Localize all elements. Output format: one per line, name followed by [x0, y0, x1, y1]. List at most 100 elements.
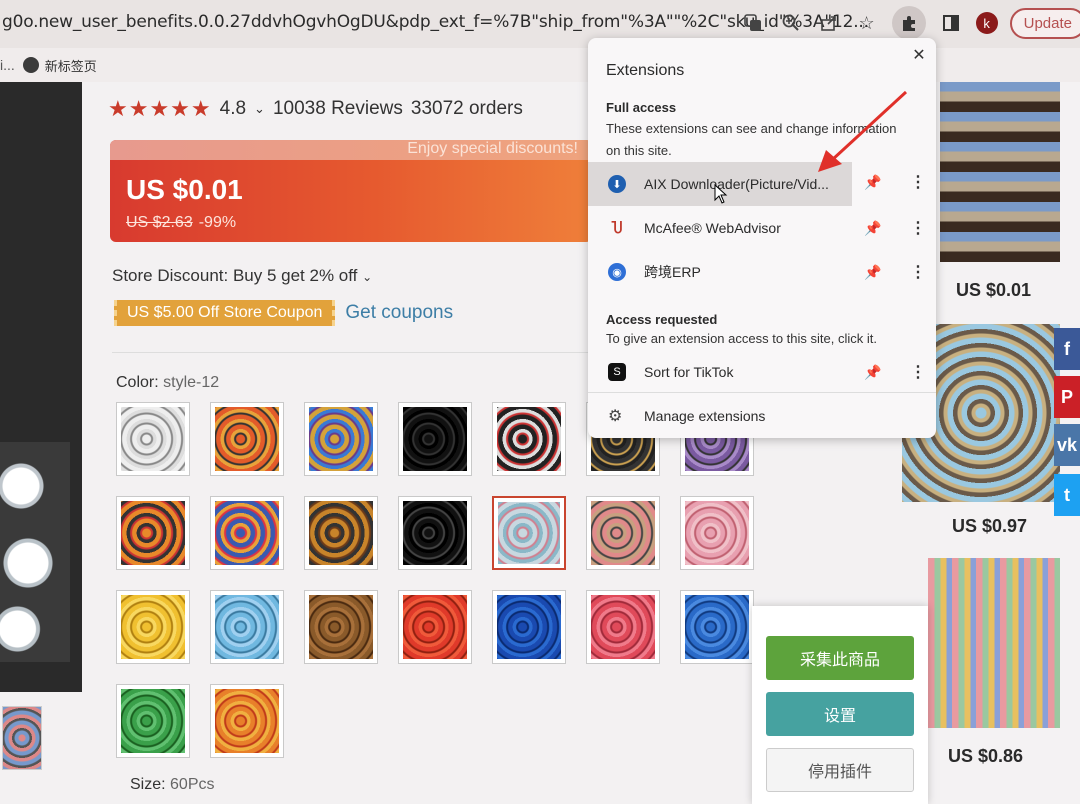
color-swatch[interactable] [304, 496, 378, 570]
related-product-image[interactable] [928, 558, 1060, 728]
store-coupon-tag[interactable]: US $5.00 Off Store Coupon [114, 300, 336, 326]
star-rating-icon: ★★★★★ [108, 96, 212, 121]
bookmark-new-tab[interactable]: 新标签页 [22, 56, 97, 75]
gear-icon: ⚙ [608, 408, 623, 425]
access-requested-heading: Access requested [606, 312, 718, 327]
globe-icon [22, 57, 39, 73]
more-options-icon[interactable]: ⋮ [910, 362, 926, 382]
color-swatch[interactable] [586, 496, 660, 570]
old-price-row: US $2.63 -99% [126, 214, 236, 232]
extension-item-mcafee[interactable]: Ⴎ McAfee® WebAdvisor 📌 ⋮ [588, 206, 936, 250]
pin-icon[interactable]: 📌 [864, 174, 881, 191]
color-swatch[interactable] [304, 402, 378, 476]
translate-icon[interactable] [740, 10, 766, 36]
pin-icon[interactable]: 📌 [864, 264, 881, 281]
size-value: 60Pcs [170, 776, 215, 793]
color-swatch[interactable] [398, 402, 472, 476]
extension-item-erp[interactable]: ◉ 跨境ERP 📌 ⋮ [588, 250, 936, 294]
more-options-icon[interactable]: ⋮ [910, 218, 926, 238]
toolbar-icons: ☆ k Update [740, 6, 1080, 40]
annotation-arrow-icon [818, 90, 908, 172]
discount-percent: -99% [198, 214, 237, 231]
color-swatch[interactable] [210, 402, 284, 476]
color-swatch[interactable] [680, 590, 754, 664]
color-swatch[interactable] [210, 496, 284, 570]
pin-icon[interactable]: 📌 [864, 364, 881, 381]
color-value: style-12 [163, 374, 220, 391]
extension-name: McAfee® WebAdvisor [644, 220, 781, 236]
close-icon[interactable]: ✕ [908, 44, 930, 66]
related-product-image[interactable] [940, 82, 1060, 262]
update-button[interactable]: Update [1009, 7, 1080, 39]
facebook-icon[interactable]: f [1054, 328, 1080, 370]
extension-name: Sort for TikTok [644, 364, 734, 380]
color-swatch[interactable] [492, 402, 566, 476]
tiktok-sort-icon: S [608, 363, 626, 381]
manage-extensions-item[interactable]: ⚙ Manage extensions [588, 398, 936, 434]
color-label: Color: style-12 [116, 374, 219, 392]
disable-plugin-button[interactable]: 停用插件 [766, 748, 914, 792]
store-discount-text: Store Discount: Buy 5 get 2% off [112, 266, 358, 285]
store-discount[interactable]: Store Discount: Buy 5 get 2% off ⌄ [112, 266, 372, 286]
rating-value[interactable]: 4.8 [220, 98, 246, 120]
twitter-icon[interactable]: t [1054, 474, 1080, 516]
color-swatch[interactable] [116, 402, 190, 476]
plugin-panel: 采集此商品 设置 停用插件 [752, 606, 928, 804]
size-label: Size: 60Pcs [130, 776, 215, 794]
color-swatch[interactable] [210, 684, 284, 758]
price-banner: Enjoy special discounts! US $0.01 US $2.… [110, 140, 592, 242]
pinterest-icon[interactable]: P [1054, 376, 1080, 418]
color-swatch[interactable] [492, 590, 566, 664]
color-swatch[interactable] [116, 684, 190, 758]
color-swatch-selected[interactable] [492, 496, 566, 570]
related-price: US $0.97 [952, 516, 1028, 536]
more-options-icon[interactable]: ⋮ [910, 262, 926, 282]
vk-icon[interactable]: vk [1054, 424, 1080, 466]
color-swatch[interactable] [116, 590, 190, 664]
orders-count: 33072 orders [410, 98, 523, 119]
color-swatch[interactable] [398, 496, 472, 570]
reviews-count[interactable]: 10038 Reviews [273, 98, 403, 120]
color-swatch[interactable] [116, 496, 190, 570]
extensions-puzzle-icon[interactable] [891, 6, 926, 40]
related-price: US $0.01 [956, 280, 1032, 300]
chevron-down-icon[interactable]: ⌄ [254, 101, 265, 117]
size-label-text: Size: [130, 776, 166, 793]
bookmark-star-icon[interactable]: ☆ [854, 10, 880, 36]
side-panel-icon[interactable] [938, 10, 964, 36]
related-price: US $0.86 [948, 746, 1024, 766]
divider [112, 352, 592, 353]
manage-extensions-label: Manage extensions [644, 408, 766, 424]
bookmark-overflow[interactable]: i... [0, 57, 15, 73]
popup-title: Extensions [606, 62, 685, 79]
get-coupons-link[interactable]: Get coupons [345, 302, 453, 324]
profile-avatar[interactable]: k [975, 12, 998, 34]
related-products: US $0.01 US $0.97 US $0.86 f P vk t [902, 82, 1080, 804]
color-swatch-grid [116, 402, 776, 762]
share-icon[interactable] [816, 10, 842, 36]
extension-name: 跨境ERP [644, 264, 701, 280]
access-requested-description: To give an extension access to this site… [606, 331, 877, 346]
color-label-text: Color: [116, 374, 159, 391]
pin-icon[interactable]: 📌 [864, 220, 881, 237]
old-price: US $2.63 [126, 214, 193, 231]
color-swatch[interactable] [680, 496, 754, 570]
mouse-cursor-icon [714, 184, 728, 204]
promo-text: Enjoy special discounts! [407, 140, 578, 157]
color-swatch[interactable] [304, 590, 378, 664]
aix-downloader-icon: ⬇ [608, 175, 626, 193]
divider [588, 392, 936, 393]
zoom-icon[interactable] [778, 10, 804, 36]
mcafee-icon: Ⴎ [611, 219, 623, 236]
product-thumbnail[interactable] [2, 706, 42, 770]
collect-product-button[interactable]: 采集此商品 [766, 636, 914, 680]
erp-icon: ◉ [608, 263, 626, 281]
color-swatch[interactable] [586, 590, 660, 664]
rating-row: ★★★★★ 4.8 ⌄ 10038 Reviews 33072 orders [108, 96, 523, 122]
color-swatch[interactable] [398, 590, 472, 664]
product-main-image[interactable] [0, 82, 82, 692]
extension-item-tiktok[interactable]: S Sort for TikTok 📌 ⋮ [588, 350, 936, 394]
bookmark-label: 新标签页 [44, 58, 97, 74]
plugin-settings-button[interactable]: 设置 [766, 692, 914, 736]
color-swatch[interactable] [210, 590, 284, 664]
